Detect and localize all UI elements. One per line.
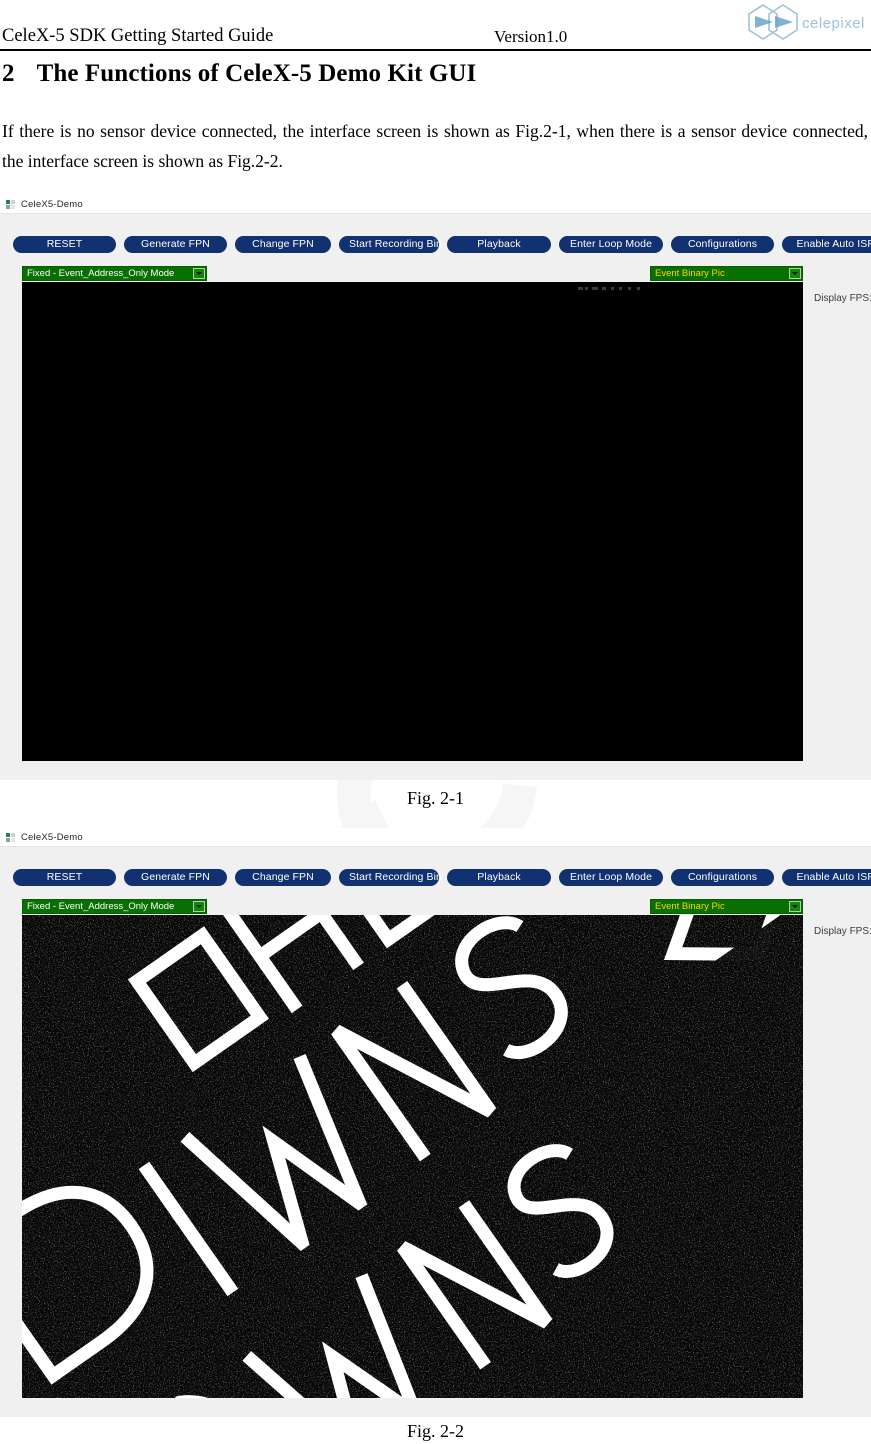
chevron-down-icon[interactable] — [789, 901, 801, 912]
change-fpn-button[interactable]: Change FPN — [235, 236, 331, 253]
window-title: CeleX5-Demo — [21, 198, 83, 210]
generate-fpn-button[interactable]: Generate FPN — [124, 869, 227, 886]
section-title: The Functions of CeleX-5 Demo Kit GUI — [36, 60, 477, 87]
generate-fpn-button[interactable]: Generate FPN — [124, 236, 227, 253]
sensor-mode-value: Fixed - Event_Address_Only Mode — [27, 268, 175, 279]
header-divider — [0, 49, 871, 51]
start-recording-bin-button[interactable]: Start Recording Bin — [339, 236, 442, 253]
document-title: CeleX-5 SDK Getting Started Guide — [2, 26, 274, 46]
figure-caption-2: Fig. 2-2 — [406, 1421, 464, 1441]
app-window-icon — [6, 199, 15, 209]
playback-button[interactable]: Playback — [447, 869, 551, 886]
toolbar-fig1: RESET Generate FPN Change FPN Start Reco… — [13, 236, 871, 253]
enable-auto-isp-button[interactable]: Enable Auto ISP — [782, 869, 871, 886]
change-fpn-button[interactable]: Change FPN — [235, 869, 331, 886]
reset-button[interactable]: RESET — [13, 236, 116, 253]
celex5-demo-window-fig2: CeleX5-Demo RESET Generate FPN Change FP… — [0, 828, 871, 1417]
display-fps-label: Display FPS: — [814, 926, 871, 937]
chevron-down-icon[interactable] — [789, 268, 801, 279]
window-titlebar: CeleX5-Demo — [0, 828, 871, 846]
celex5-demo-window-fig1: CeleX5-Demo RESET Generate FPN Change FP… — [0, 195, 871, 780]
chevron-down-icon[interactable] — [193, 268, 205, 279]
document-version: Version1.0 — [494, 27, 568, 46]
section-heading: 2 The Functions of CeleX-5 Demo Kit GUI — [2, 60, 476, 88]
configurations-button[interactable]: Configurations — [671, 869, 774, 886]
picture-type-value: Event Binary Pic — [655, 268, 725, 279]
window-title: CeleX5-Demo — [21, 831, 83, 843]
sensor-mode-value: Fixed - Event_Address_Only Mode — [27, 901, 175, 912]
app-window-icon — [6, 832, 15, 842]
event-image-canvas-fig1[interactable] — [22, 282, 803, 761]
picture-type-select[interactable]: Event Binary Pic — [650, 266, 803, 281]
celepixel-logo-icon: celepixel — [747, 2, 871, 42]
picture-type-value: Event Binary Pic — [655, 901, 725, 912]
svg-text:celepixel: celepixel — [802, 15, 865, 32]
intro-paragraph: If there is no sensor device connected, … — [2, 121, 868, 171]
window-body: RESET Generate FPN Change FPN Start Reco… — [0, 846, 871, 1417]
picture-type-select[interactable]: Event Binary Pic — [650, 899, 803, 914]
event-image-canvas-fig2[interactable] — [22, 915, 803, 1398]
section-number: 2 — [2, 60, 15, 87]
display-fps-label: Display FPS: — [814, 293, 871, 304]
chevron-down-icon[interactable] — [193, 901, 205, 912]
start-recording-bin-button[interactable]: Start Recording Bin — [339, 869, 442, 886]
enter-loop-mode-button[interactable]: Enter Loop Mode — [559, 236, 663, 253]
figure-caption-1: Fig. 2-1 — [406, 788, 464, 808]
event-binary-picture — [22, 915, 803, 1398]
playback-button[interactable]: Playback — [447, 236, 551, 253]
reset-button[interactable]: RESET — [13, 869, 116, 886]
sensor-mode-select[interactable]: Fixed - Event_Address_Only Mode — [22, 266, 207, 281]
enable-auto-isp-button[interactable]: Enable Auto ISP — [782, 236, 871, 253]
configurations-button[interactable]: Configurations — [671, 236, 774, 253]
page-header: CeleX-5 SDK Getting Started Guide Versio… — [0, 0, 871, 51]
enter-loop-mode-button[interactable]: Enter Loop Mode — [559, 869, 663, 886]
window-body: RESET Generate FPN Change FPN Start Reco… — [0, 213, 871, 780]
window-titlebar: CeleX5-Demo — [0, 195, 871, 213]
toolbar-fig2: RESET Generate FPN Change FPN Start Reco… — [13, 869, 871, 886]
faint-noise-overlay — [578, 286, 648, 292]
sensor-mode-select[interactable]: Fixed - Event_Address_Only Mode — [22, 899, 207, 914]
